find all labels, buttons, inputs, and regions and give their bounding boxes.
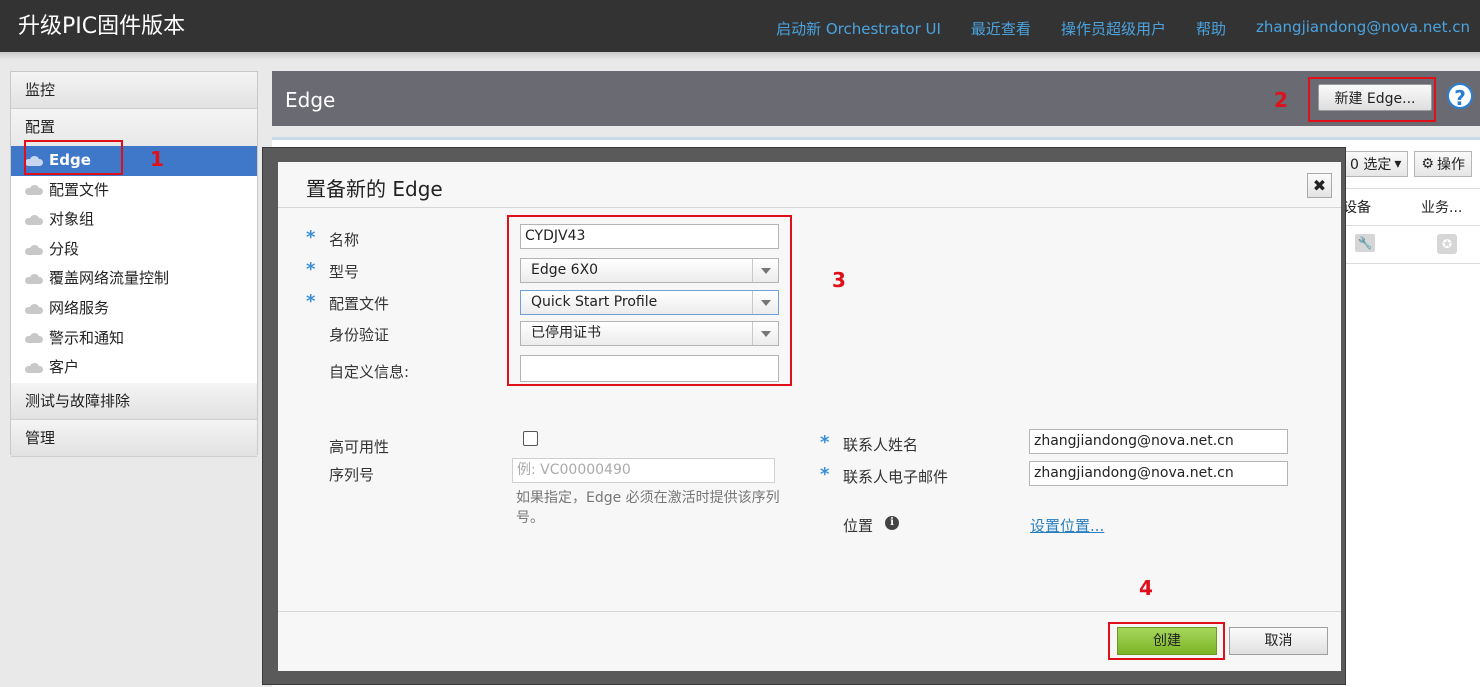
top-nav: 启动新 Orchestrator UI 最近查看 操作员超级用户 帮助 zhan…	[776, 18, 1470, 39]
top-bar-shadow	[0, 52, 1480, 60]
model-label: 型号	[329, 263, 360, 281]
help-icon[interactable]: ?	[1447, 83, 1473, 110]
wrench-icon[interactable]: 🔧	[1355, 234, 1375, 252]
sidebar-item-label: 分段	[49, 239, 80, 258]
serial-input[interactable]: 例: VC00000490	[512, 458, 775, 483]
annotation-number-4: 4	[1139, 576, 1153, 600]
sidebar-item-label: 网络服务	[49, 298, 110, 317]
selected-count: 0 选定	[1350, 157, 1392, 173]
cloud-icon	[25, 244, 43, 255]
serial-hint: 如果指定，Edge 必须在激活时提供该序列号。	[516, 490, 780, 526]
page-header: Edge	[272, 71, 1480, 126]
cloud-icon	[25, 214, 43, 225]
sidebar-item-label: 覆盖网络流量控制	[49, 269, 170, 288]
annotation-box-2	[1308, 77, 1436, 122]
sidebar-item-overlay-flow-control[interactable]: 覆盖网络流量控制	[11, 264, 257, 294]
sidebar-item-label: 对象组	[49, 210, 95, 229]
required-star-icon: *	[820, 432, 830, 453]
selected-dropdown[interactable]: 0 选定 ▾	[1343, 151, 1409, 177]
cloud-icon	[25, 333, 43, 344]
contact-name-label: 联系人姓名	[843, 436, 919, 454]
top-bar: 升级PIC固件版本 启动新 Orchestrator UI 最近查看 操作员超级…	[0, 0, 1480, 52]
annotation-box-4	[1108, 622, 1225, 660]
sidebar-section-test[interactable]: 测试与故障排除	[11, 382, 257, 420]
sidebar-item-label: 警示和通知	[49, 328, 125, 347]
profile-label: 配置文件	[329, 295, 390, 313]
sidebar-item-label: 配置文件	[49, 180, 110, 199]
provision-edge-dialog	[278, 162, 1341, 671]
required-star-icon: *	[306, 227, 316, 248]
ha-checkbox[interactable]	[523, 431, 538, 446]
badge-icon[interactable]: ✪	[1437, 234, 1457, 254]
actions-button[interactable]: ⚙ 操作	[1414, 151, 1472, 177]
cloud-icon	[25, 362, 43, 373]
actions-label: 操作	[1436, 157, 1465, 173]
cancel-button[interactable]: 取消	[1229, 627, 1328, 655]
ha-label: 高可用性	[329, 438, 390, 456]
required-star-icon: *	[306, 259, 316, 280]
column-header-device[interactable]: 设备	[1343, 197, 1411, 217]
annotation-box-3	[507, 215, 792, 386]
app-title: 升级PIC固件版本	[18, 14, 186, 39]
nav-user-account[interactable]: zhangjiandong@nova.net.cn	[1256, 18, 1470, 39]
sidebar-item-object-groups[interactable]: 对象组	[11, 205, 257, 235]
contact-email-input[interactable]: zhangjiandong@nova.net.cn	[1029, 461, 1288, 486]
table-row: 🔧 ✪	[1343, 226, 1480, 264]
table-header: 设备 业务...	[1343, 188, 1480, 226]
sidebar-section-manage[interactable]: 管理	[11, 419, 257, 457]
sidebar-item-network-services[interactable]: 网络服务	[11, 294, 257, 324]
name-label: 名称	[329, 231, 360, 249]
sidebar-item-segments[interactable]: 分段	[11, 235, 257, 265]
annotation-number-2: 2	[1274, 88, 1288, 112]
sidebar: 监控 配置 Edge 配置文件 对象组 分段 覆盖网络流量控制 网络服务 警示和…	[10, 71, 258, 457]
caret-down-icon: ▾	[1394, 156, 1402, 172]
annotation-number-3: 3	[832, 268, 846, 292]
set-location-link[interactable]: 设置位置...	[1030, 515, 1104, 536]
nav-new-orchestrator-ui[interactable]: 启动新 Orchestrator UI	[776, 18, 941, 39]
auth-label: 身份验证	[329, 326, 390, 344]
table-toolbar: 0 选定 ▾ ⚙ 操作	[1343, 151, 1472, 177]
nav-recent[interactable]: 最近查看	[971, 18, 1031, 39]
cloud-icon	[25, 185, 43, 196]
dialog-footer-divider	[278, 611, 1341, 612]
close-icon[interactable]: ✖	[1307, 173, 1332, 198]
gears-icon: ⚙	[1421, 156, 1434, 172]
required-star-icon: *	[306, 291, 316, 312]
annotation-number-1: 1	[150, 147, 164, 171]
sidebar-item-customer[interactable]: 客户	[11, 353, 257, 383]
dialog-title: 置备新的 Edge	[306, 177, 443, 201]
column-header-business[interactable]: 业务...	[1411, 197, 1462, 217]
cloud-icon	[25, 274, 43, 285]
sidebar-item-profiles[interactable]: 配置文件	[11, 176, 257, 206]
required-star-icon: *	[820, 464, 830, 485]
serial-label: 序列号	[329, 466, 375, 484]
cloud-icon	[25, 303, 43, 314]
info-icon[interactable]: i	[885, 516, 899, 530]
page-title: Edge	[285, 88, 336, 112]
sidebar-item-label: 客户	[49, 358, 80, 377]
location-label: 位置	[843, 517, 874, 535]
custom-info-label: 自定义信息:	[329, 363, 410, 381]
sidebar-item-alerts[interactable]: 警示和通知	[11, 324, 257, 354]
contact-email-label: 联系人电子邮件	[843, 468, 949, 486]
nav-operator-superuser[interactable]: 操作员超级用户	[1061, 18, 1166, 39]
dialog-divider	[278, 207, 1341, 208]
sidebar-section-monitor[interactable]: 监控	[11, 72, 257, 109]
nav-help[interactable]: 帮助	[1196, 18, 1226, 39]
contact-name-input[interactable]: zhangjiandong@nova.net.cn	[1029, 429, 1288, 454]
annotation-box-1	[24, 140, 123, 175]
